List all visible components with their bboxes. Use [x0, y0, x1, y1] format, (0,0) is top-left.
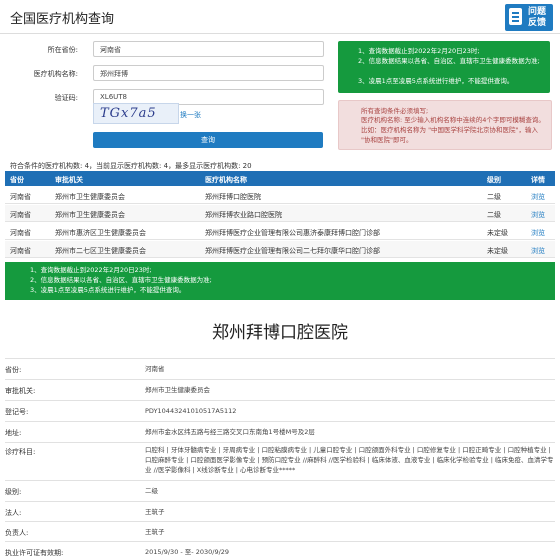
col-level: 级别 — [487, 176, 501, 184]
cell-name: 郑州拜博农业路口腔医院 — [205, 211, 282, 219]
detail-value: 王筑子 — [145, 508, 165, 516]
cell-authority: 郑州市惠济区卫生健康委员会 — [55, 229, 146, 237]
table-row: 河南省 郑州市二七区卫生健康委员会 郑州拜博医疗企业管理有限公司二七拜尔康华口腔… — [5, 241, 555, 258]
detail-row: 执业许可证有效期: 2015/9/30 - 至- 2030/9/29 — [5, 541, 555, 560]
cell-name: 郑州拜博医疗企业管理有限公司惠济泰康拜博口腔门诊部 — [205, 229, 380, 237]
page-title: 全国医疗机构查询 — [10, 12, 115, 27]
cell-level: 未定级 — [487, 247, 508, 255]
detail-value: 郑州市金水区纬五路与经三路交叉口东南角1号楼M号及2层 — [145, 428, 315, 436]
browse-link[interactable]: 浏览 — [531, 228, 545, 238]
province-select[interactable]: 河南省 ⌄ — [93, 41, 324, 57]
cell-province: 河南省 — [10, 229, 31, 237]
table-row: 河南省 郑州市惠济区卫生健康委员会 郑州拜博医疗企业管理有限公司惠济泰康拜博口腔… — [5, 223, 555, 240]
detail-label: 审批机关: — [5, 387, 36, 395]
notice-line: 3、凌晨1点至凌晨5点系统进行维护，不能提供查询。 — [30, 286, 186, 294]
detail-label: 法人: — [5, 509, 22, 517]
col-detail: 详情 — [531, 176, 545, 184]
browse-link[interactable]: 浏览 — [531, 210, 545, 220]
cell-authority: 郑州市二七区卫生健康委员会 — [55, 247, 146, 255]
hospital-name-heading: 郑州拜博口腔医院 — [212, 323, 348, 343]
detail-label: 执业许可证有效期: — [5, 549, 64, 557]
notice-line: 1、查询数据截止到2022年2月20日23时; — [30, 266, 152, 274]
header-divider — [0, 33, 560, 34]
detail-value: 郑州市卫生健康委员会 — [145, 386, 210, 394]
col-authority: 审批机关 — [55, 176, 83, 184]
detail-row: 省份: 河南省 — [5, 358, 555, 377]
detail-label: 诊疗科目: — [5, 448, 36, 456]
code-input-value: XL6UT8 — [100, 93, 128, 101]
captcha-image[interactable]: TGx7a5 — [93, 103, 179, 124]
table-row: 河南省 郑州市卫生健康委员会 郑州拜博农业路口腔医院 二级 浏览 — [5, 205, 555, 222]
detail-row: 法人: 王筑子 — [5, 501, 555, 520]
detail-row: 诊疗科目: 口腔科 | 牙体牙髓病专业 | 牙周病专业 | 口腔粘膜病专业 | … — [5, 442, 555, 479]
cell-province: 河南省 — [10, 211, 31, 219]
notice-line: 3、凌晨1点至凌晨5点系统进行维护，不能提供查询。 — [358, 77, 514, 85]
notice-line: 2、信息数据结果以各省、自治区、直辖市卫生健康委数据为准; — [30, 276, 212, 284]
cell-name: 郑州拜博医疗企业管理有限公司二七拜尔康华口腔门诊部 — [205, 247, 380, 255]
bottom-notice-box: 1、查询数据截止到2022年2月20日23时; 2、信息数据结果以各省、自治区、… — [5, 262, 555, 300]
detail-value: 口腔科 | 牙体牙髓病专业 | 牙周病专业 | 口腔粘膜病专业 | 儿童口腔专业… — [145, 446, 554, 474]
col-name: 医疗机构名称 — [205, 176, 247, 184]
cell-authority: 郑州市卫生健康委员会 — [55, 211, 125, 219]
detail-value: 河南省 — [145, 365, 165, 373]
col-province: 省份 — [10, 176, 24, 184]
code-label: 验证码: — [54, 94, 78, 102]
query-button[interactable]: 查询 — [93, 132, 323, 148]
detail-value: 王筑子 — [145, 528, 165, 536]
name-label: 医疗机构名称: — [33, 70, 78, 78]
detail-row: 地址: 郑州市金水区纬五路与经三路交叉口东南角1号楼M号及2层 — [5, 421, 555, 440]
captcha-text: TGx7a5 — [100, 106, 157, 121]
detail-label: 级别: — [5, 488, 22, 496]
cell-level: 二级 — [487, 211, 501, 219]
tips-box: 所有查询条件必须填写; 医疗机构名称: 至少输入机构名称中连续的4个字即可模糊查… — [338, 100, 552, 150]
table-header: 省份 审批机关 医疗机构名称 级别 详情 — [5, 171, 555, 186]
browse-link[interactable]: 浏览 — [531, 192, 545, 202]
detail-label: 登记号: — [5, 408, 29, 416]
table-row: 河南省 郑州市卫生健康委员会 郑州拜博口腔医院 二级 浏览 — [5, 187, 555, 204]
feedback-icon — [509, 8, 522, 25]
detail-value: 二级 — [145, 487, 158, 495]
name-input-value: 郑州拜博 — [100, 70, 128, 78]
detail-label: 地址: — [5, 429, 22, 437]
province-label: 所在省份: — [47, 46, 78, 54]
feedback-button[interactable]: 问题 反馈 — [505, 4, 553, 31]
notice-line: 2、信息数据结果以各省、自治区、直辖市卫生健康委数据为准; — [358, 57, 540, 65]
cell-province: 河南省 — [10, 193, 31, 201]
result-stats: 符合条件的医疗机构数: 4，当前显示医疗机构数: 4，最多显示医疗机构数: 20 — [10, 162, 252, 170]
cell-name: 郑州拜博口腔医院 — [205, 193, 261, 201]
chevron-down-icon: ⌄ — [100, 45, 106, 53]
cell-level: 未定级 — [487, 229, 508, 237]
detail-row: 登记号: PDY10443241010517A5112 — [5, 400, 555, 419]
feedback-label-2: 反馈 — [528, 18, 547, 28]
detail-row: 负责人: 王筑子 — [5, 521, 555, 540]
browse-link[interactable]: 浏览 — [531, 246, 545, 256]
detail-value: PDY10443241010517A5112 — [145, 407, 237, 415]
cell-authority: 郑州市卫生健康委员会 — [55, 193, 125, 201]
detail-row: 级别: 二级 — [5, 480, 555, 499]
detail-value: 2015/9/30 - 至- 2030/9/29 — [145, 548, 230, 556]
detail-label: 负责人: — [5, 529, 29, 537]
feedback-label-1: 问题 — [528, 7, 547, 17]
cell-province: 河南省 — [10, 247, 31, 255]
tips-line: 医疗机构名称: 至少输入机构名称中连续的4个字即可模糊查询。比如：医疗机构名称为… — [361, 116, 545, 144]
name-input[interactable]: 郑州拜博 — [93, 65, 324, 81]
refresh-captcha-link[interactable]: 换一张 — [180, 110, 201, 120]
notice-line: 1、查询数据截止到2022年2月20日23时; — [358, 47, 480, 55]
detail-row: 审批机关: 郑州市卫生健康委员会 — [5, 379, 555, 398]
detail-label: 省份: — [5, 366, 22, 374]
cell-level: 二级 — [487, 193, 501, 201]
notice-box: 1、查询数据截止到2022年2月20日23时; 2、信息数据结果以各省、自治区、… — [338, 41, 550, 93]
